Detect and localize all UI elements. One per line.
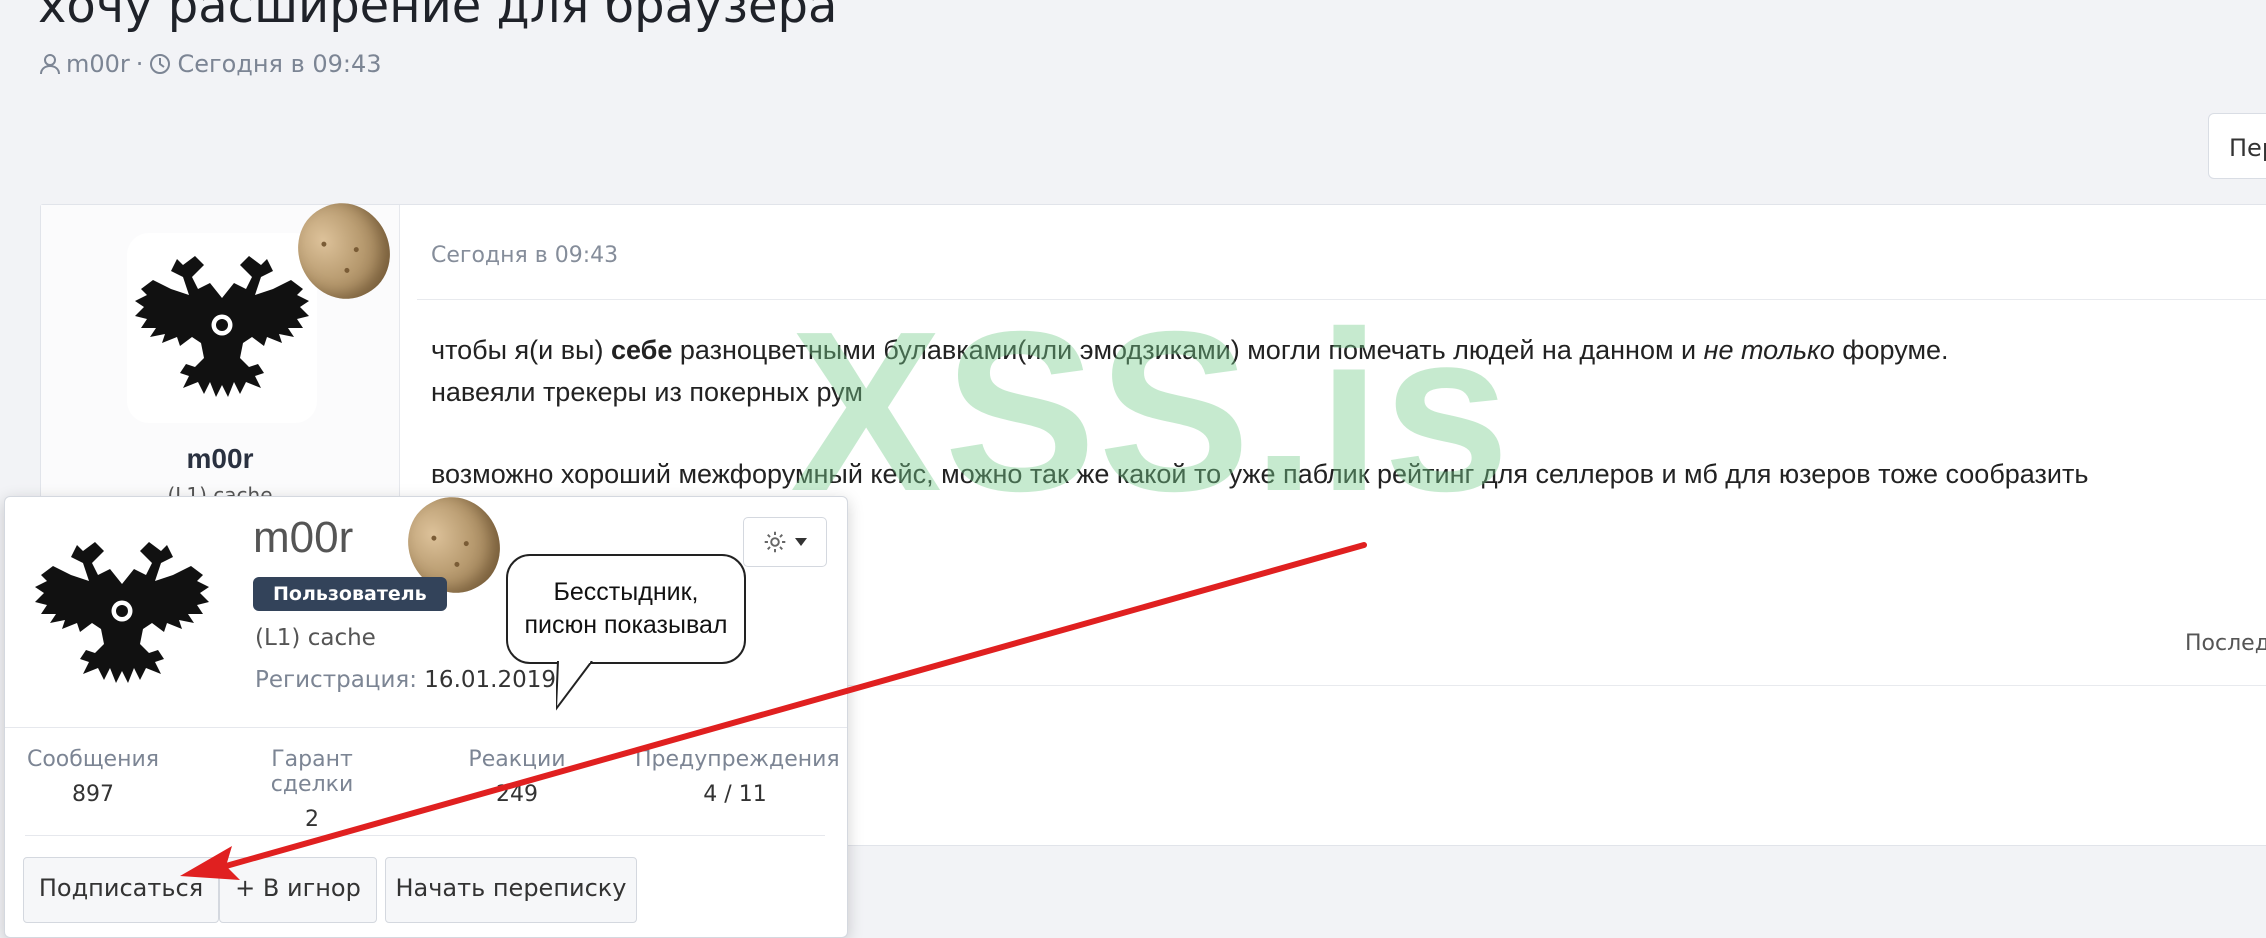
- user-icon: [40, 53, 60, 75]
- popup-user-title: (L1) cache: [255, 625, 376, 651]
- registration-label: Регистрация:: [255, 667, 417, 693]
- registration-date: 16.01.2019: [424, 667, 556, 693]
- double-eagle-icon: [35, 542, 209, 683]
- post-body: чтобы я(и вы) себе разноцветными булавка…: [431, 329, 2266, 495]
- start-conversation-button[interactable]: Начать переписку: [385, 857, 637, 923]
- post-username[interactable]: m00r: [41, 443, 399, 475]
- double-eagle-icon: [135, 256, 309, 397]
- top-right-button[interactable]: Пер: [2208, 113, 2266, 179]
- ignore-button[interactable]: + В игнор: [219, 857, 377, 923]
- stat-messages[interactable]: Сообщения 897: [23, 747, 163, 807]
- thread-date-link[interactable]: Сегодня в 09:43: [177, 50, 381, 78]
- post-date[interactable]: Сегодня в 09:43: [431, 243, 618, 268]
- meta-separator: ·: [135, 50, 144, 78]
- subscribe-button[interactable]: Подписаться: [23, 857, 219, 923]
- stat-warnings[interactable]: Предупреждения 4 / 11: [635, 747, 840, 807]
- avatar[interactable]: [127, 233, 317, 423]
- caret-down-icon: [795, 538, 807, 546]
- speech-bubble: Бесстыдник, писюн показывал: [506, 554, 746, 664]
- user-actions-menu-button[interactable]: [743, 517, 827, 567]
- user-group-badge: Пользователь: [253, 577, 447, 611]
- thread-title: хочу расширение для браузера: [38, 0, 838, 34]
- popup-divider: [25, 835, 825, 836]
- post-line-2: навеяли трекеры из покерных рум: [431, 377, 863, 407]
- clock-icon: [149, 53, 171, 75]
- post-line-1: чтобы я(и вы) себе разноцветными булавка…: [431, 335, 1949, 365]
- speech-bubble-line-1: Бесстыдник,: [553, 578, 699, 606]
- stat-reactions[interactable]: Реакции 249: [457, 747, 577, 807]
- gear-icon: [764, 531, 786, 553]
- registration-info: Регистрация: 16.01.2019: [255, 667, 556, 693]
- popup-avatar[interactable]: [27, 519, 217, 709]
- last-edit-label: Последн: [2185, 631, 2266, 656]
- post-line-3: возможно хороший межфорумный кейс, можно…: [431, 459, 2089, 489]
- speech-bubble-tail: [556, 661, 593, 711]
- popup-username[interactable]: m00r: [253, 513, 353, 563]
- stat-escrow[interactable]: Гарант сделки 2: [227, 747, 397, 832]
- post-divider: [417, 299, 2266, 300]
- popup-divider: [5, 727, 847, 728]
- thread-meta: m00r · Сегодня в 09:43: [40, 50, 382, 78]
- speech-bubble-line-2: писюн показывал: [524, 611, 728, 639]
- thread-author-link[interactable]: m00r: [66, 50, 130, 78]
